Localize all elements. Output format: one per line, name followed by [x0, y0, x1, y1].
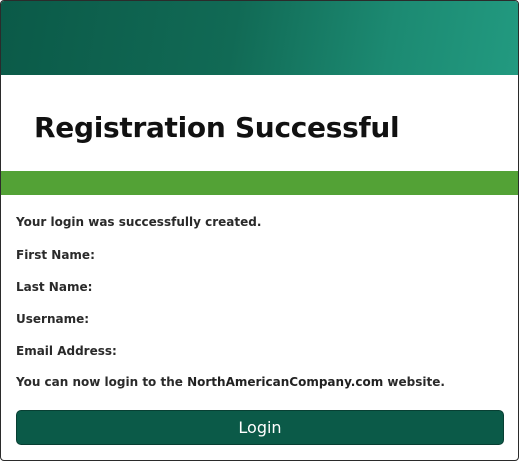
site-domain: NorthAmericanCompany.com: [187, 375, 384, 389]
email-address-label: Email Address:: [16, 344, 117, 358]
title-area: Registration Successful: [1, 75, 518, 171]
login-instruction: You can now login to the NorthAmericanCo…: [16, 375, 445, 389]
page-title: Registration Successful: [34, 111, 400, 144]
header-banner: [1, 1, 518, 75]
registration-panel: Registration Successful Your login was s…: [0, 0, 519, 461]
accent-divider: [1, 171, 518, 195]
login-instruction-prefix: You can now login to the: [16, 375, 188, 389]
success-message: Your login was successfully created.: [16, 215, 262, 229]
login-instruction-suffix: website.: [383, 375, 445, 389]
last-name-label: Last Name:: [16, 280, 93, 294]
username-label: Username:: [16, 312, 90, 326]
first-name-label: First Name:: [16, 248, 95, 262]
login-button[interactable]: Login: [16, 410, 504, 445]
